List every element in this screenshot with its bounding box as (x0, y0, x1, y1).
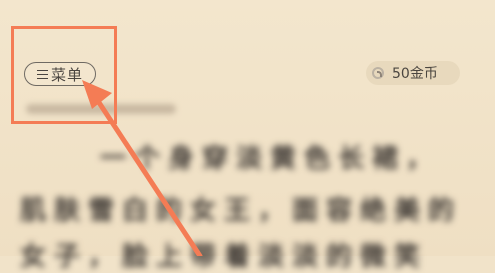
text-line-3: 女子，脸上带着淡淡的微笑 (20, 242, 429, 272)
refresh-icon (372, 67, 384, 79)
coins-indicator[interactable]: 50金币 (366, 61, 460, 85)
coins-label: 50金币 (392, 66, 438, 82)
highlight-box (11, 26, 117, 124)
text-line-2: 肌肤雪白的女王，面容绝美的 (20, 196, 463, 226)
text-line-1: 一个身穿淡黄色长裙， (100, 144, 441, 174)
reader-page: 一个身穿淡黄色长裙， 肌肤雪白的女王，面容绝美的 女子，脸上带着淡淡的微笑 菜单… (0, 0, 495, 272)
